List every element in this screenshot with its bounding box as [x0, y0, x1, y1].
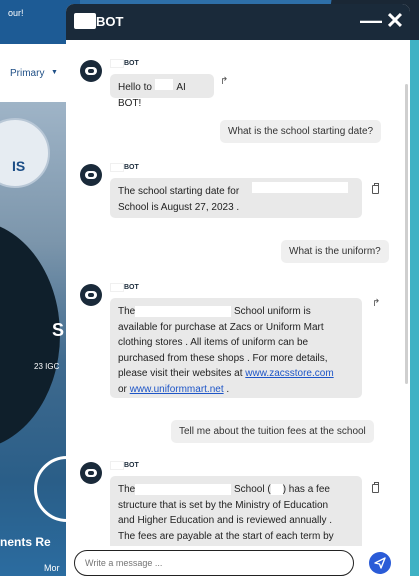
message-text: The — [118, 484, 136, 495]
message-input[interactable] — [74, 550, 354, 576]
message-text: or — [118, 383, 127, 395]
redacted-area — [270, 483, 283, 495]
hero-subtext: 23 IGC — [34, 362, 60, 371]
message-list[interactable]: BOT Hello to AI BOT! ↱ What is the schoo… — [66, 40, 410, 546]
bot-avatar-icon — [80, 164, 102, 186]
message-text: What is the uniform? — [289, 246, 381, 257]
bot-name: BOT — [124, 462, 139, 469]
message-text: . — [226, 383, 230, 395]
redacted-area — [135, 483, 232, 495]
user-message: Tell me about the tuition fees at the sc… — [171, 420, 374, 443]
chat-title: BOT — [96, 14, 124, 29]
message-text: Tell me about the tuition fees at the sc… — [179, 426, 366, 437]
events-heading: nents Re — [0, 535, 51, 549]
more-link[interactable]: Mor — [44, 563, 60, 573]
redacted-area — [110, 163, 124, 172]
user-message: What is the school starting date? — [220, 120, 382, 143]
bot-avatar-icon — [80, 60, 102, 82]
bot-name: BOT — [124, 164, 139, 171]
copy-icon[interactable] — [372, 482, 379, 493]
hero-heading: S — [52, 320, 65, 340]
minimize-button[interactable]: — — [358, 8, 384, 34]
message-text: available for purchase at Zacs or Unifor… — [118, 321, 324, 333]
message-text: School uniform is — [234, 306, 311, 317]
share-icon[interactable]: ↱ — [372, 298, 380, 309]
copy-icon[interactable] — [372, 183, 379, 194]
bot-name: BOT — [124, 60, 139, 67]
redacted-area — [155, 79, 173, 90]
close-button[interactable]: ✕ — [382, 8, 408, 34]
bot-avatar-icon — [80, 462, 102, 484]
send-icon — [374, 557, 386, 569]
message-text: please visit their websites at — [118, 368, 243, 379]
bot-message: The School uniform is available for purc… — [110, 298, 362, 398]
share-icon[interactable]: ↱ — [220, 76, 228, 87]
redacted-area — [135, 305, 232, 317]
school-logo-text: IS — [12, 158, 26, 174]
redacted-area — [110, 283, 124, 292]
message-text: School ( — [234, 484, 271, 495]
chevron-down-icon: ▼ — [51, 69, 58, 76]
message-text: The fees are payable at the start of eac… — [118, 530, 334, 542]
website-link[interactable]: www.zacsstore.com — [245, 368, 333, 379]
bot-avatar-icon — [80, 284, 102, 306]
message-text: clothing stores . All items of uniform c… — [118, 337, 309, 348]
bot-name: BOT — [124, 284, 139, 291]
redacted-area — [252, 182, 348, 193]
message-text: structure that is set by the Ministry of… — [118, 499, 329, 511]
chat-header: BOT — ✕ — [66, 4, 410, 40]
send-button[interactable] — [369, 552, 391, 574]
scrollbar[interactable] — [405, 84, 408, 384]
redacted-area — [74, 13, 96, 29]
website-link[interactable]: www.uniformmart.net — [130, 384, 224, 395]
user-message: What is the uniform? — [281, 240, 389, 263]
message-text: purchased from these shops . For more de… — [118, 352, 328, 364]
redacted-area — [110, 461, 124, 470]
message-text: and Higher Education and is reviewed ann… — [118, 515, 333, 526]
redacted-area — [110, 59, 124, 68]
message-text: ) has a fee — [282, 484, 330, 495]
site-topbar-text: our! — [8, 8, 24, 18]
site-nav-item[interactable]: Primary — [10, 68, 44, 79]
message-text: Hello to AI BOT! — [118, 82, 186, 109]
message-text: School is August 27, 2023 . — [118, 201, 240, 213]
chat-window: BOT — ✕ BOT Hello to AI BOT! ↱ What is t… — [66, 4, 410, 576]
input-bar — [66, 546, 410, 576]
message-text: The — [118, 306, 136, 317]
message-text: What is the school starting date? — [228, 126, 374, 137]
bot-message: The School ( ) has a fee structure that i… — [110, 476, 362, 546]
